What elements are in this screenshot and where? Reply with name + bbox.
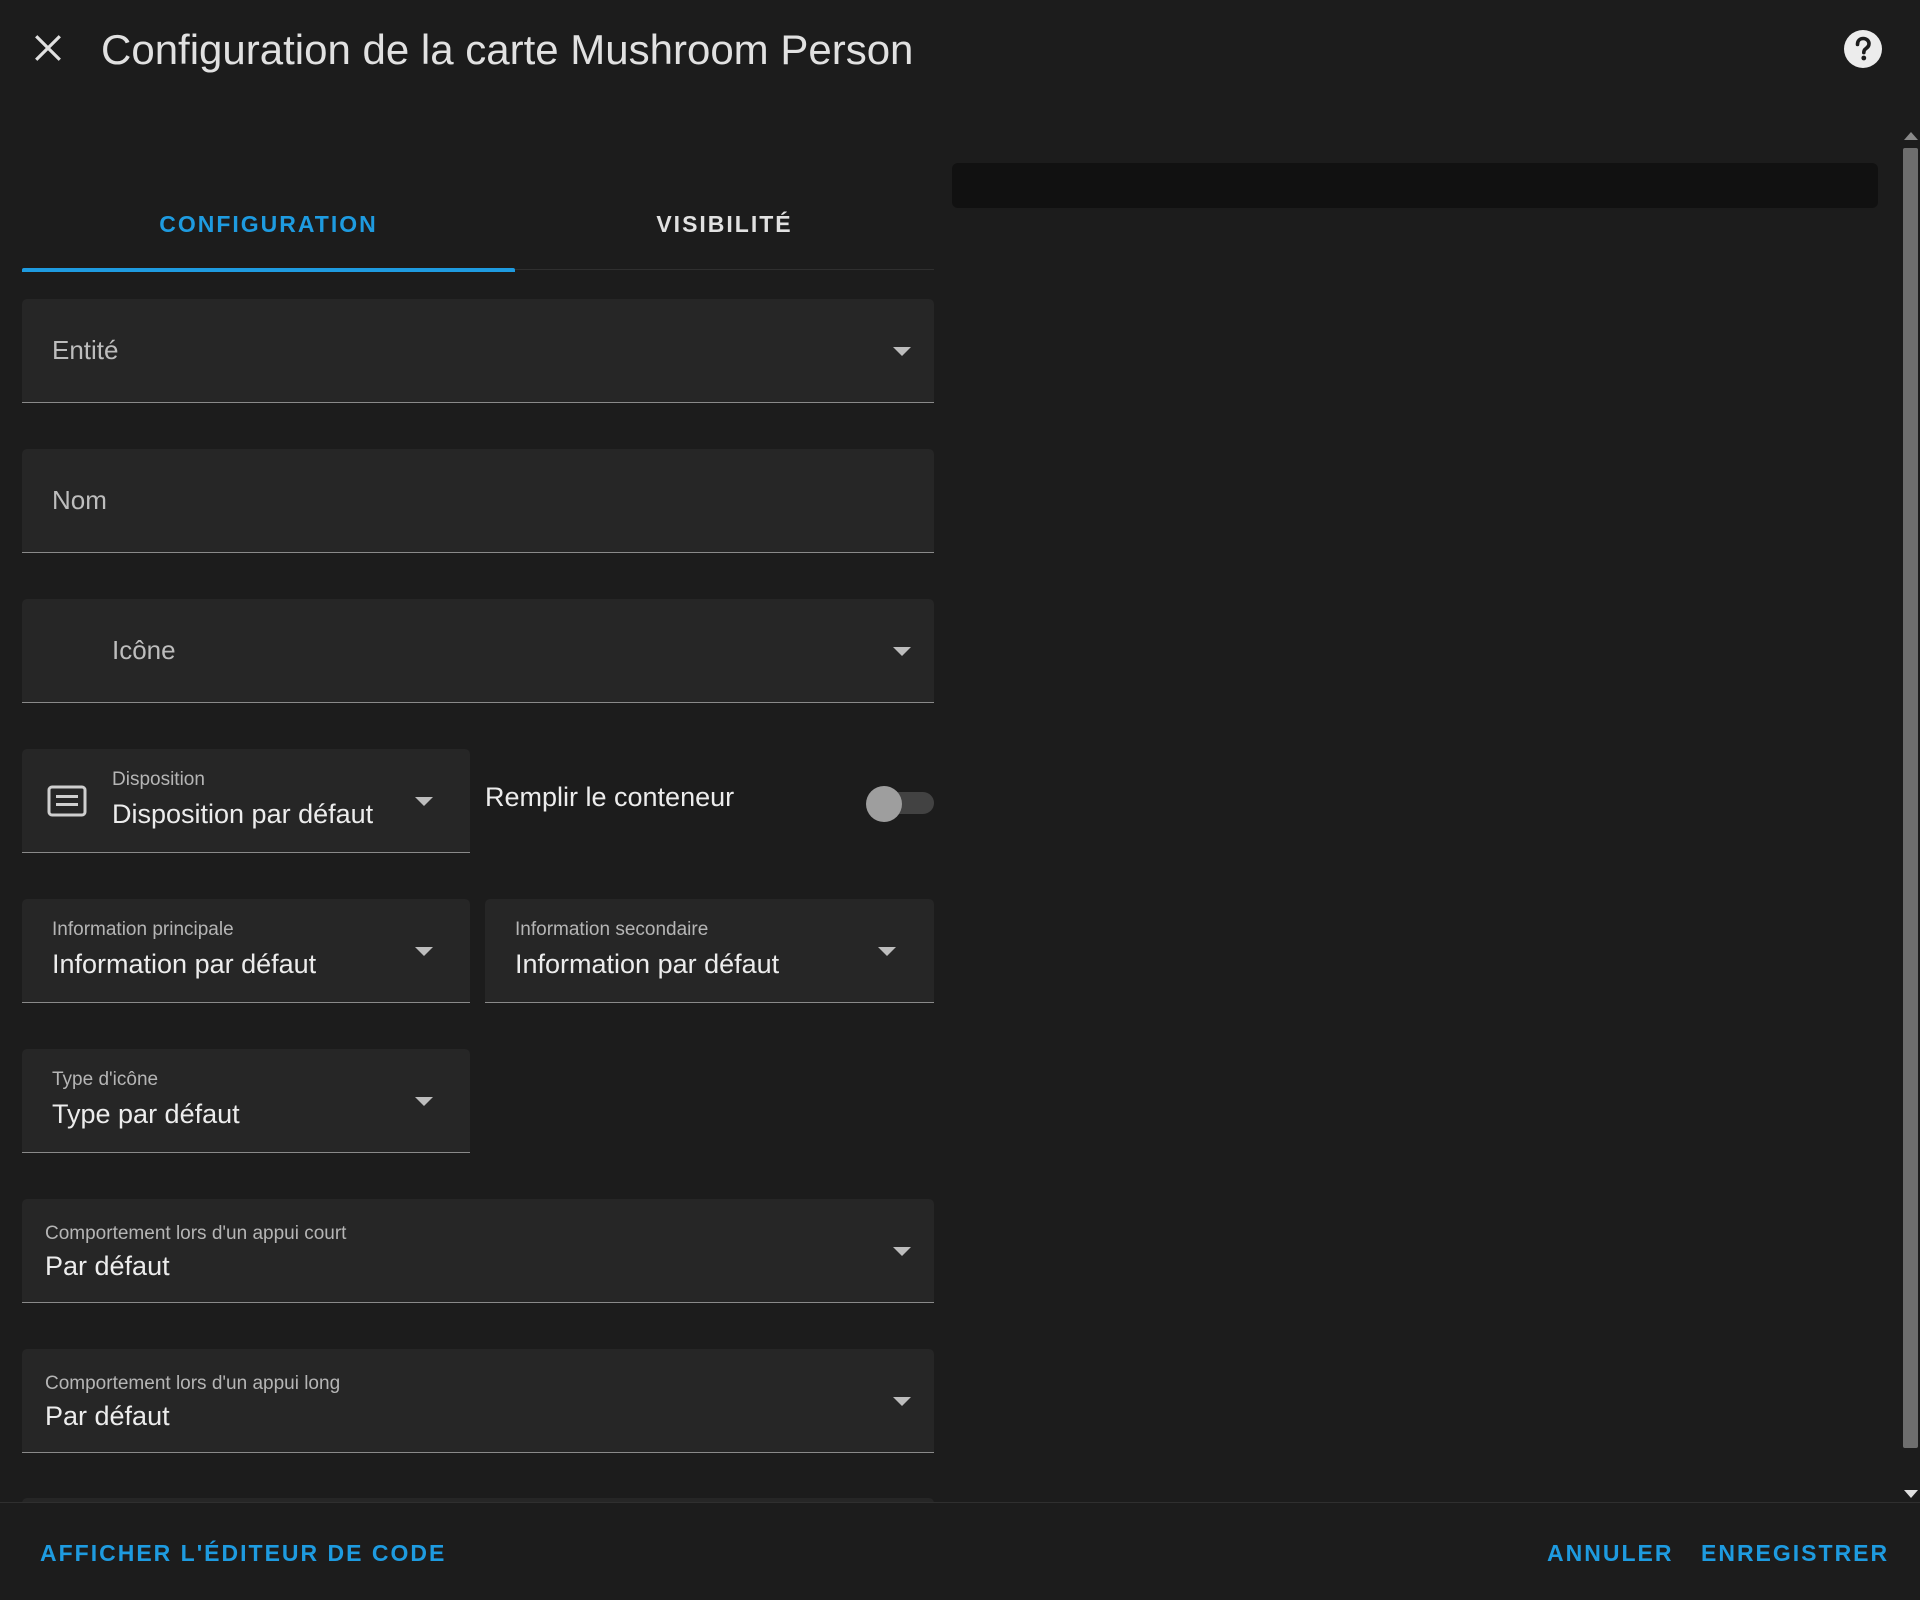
tap-action-value: Par défaut xyxy=(45,1251,170,1281)
card-preview xyxy=(952,163,1878,208)
primary-info-label: Information principale xyxy=(52,919,234,940)
scroll-down-icon[interactable] xyxy=(1904,1490,1918,1498)
show-code-editor-button[interactable]: AFFICHER L'ÉDITEUR DE CODE xyxy=(40,1531,446,1575)
switch-knob xyxy=(866,786,902,822)
chevron-down-icon xyxy=(893,347,911,356)
save-button[interactable]: ENREGISTRER xyxy=(1701,1531,1889,1575)
icon-placeholder: Icône xyxy=(112,635,176,665)
dialog-title: Configuration de la carte Mushroom Perso… xyxy=(101,26,914,73)
primary-info-value: Information par défaut xyxy=(52,949,317,979)
help-button[interactable] xyxy=(1842,28,1884,70)
name-placeholder: Nom xyxy=(52,485,107,515)
chevron-down-icon xyxy=(878,947,896,956)
icon-type-value: Type par défaut xyxy=(52,1099,240,1129)
tab-visibility[interactable]: VISIBILITÉ xyxy=(515,178,934,270)
dialog-header: Configuration de la carte Mushroom Perso… xyxy=(0,0,1920,100)
primary-info-select[interactable]: Information principale Information par d… xyxy=(22,899,470,1003)
icon-type-select[interactable]: Type d'icône Type par défaut xyxy=(22,1049,470,1153)
hold-action-label: Comportement lors d'un appui long xyxy=(45,1373,341,1394)
dialog-footer: AFFICHER L'ÉDITEUR DE CODE ANNULER ENREG… xyxy=(0,1502,1920,1600)
chevron-down-icon xyxy=(893,647,911,656)
layout-label: Disposition xyxy=(112,769,205,790)
scrollbar[interactable] xyxy=(1900,118,1920,1502)
chevron-down-icon xyxy=(415,797,433,806)
entity-placeholder: Entité xyxy=(52,335,119,365)
hold-action-value: Par défaut xyxy=(45,1401,170,1431)
chevron-down-icon xyxy=(893,1247,911,1256)
layout-value: Disposition par défaut xyxy=(112,799,374,829)
editor-tabs: CONFIGURATION VISIBILITÉ xyxy=(22,178,934,272)
fill-container-switch[interactable] xyxy=(866,786,934,822)
card-layout-icon xyxy=(47,785,87,817)
tap-action-label: Comportement lors d'un appui court xyxy=(45,1223,347,1244)
chevron-down-icon xyxy=(415,947,433,956)
secondary-info-value: Information par défaut xyxy=(515,949,780,979)
scrollbar-thumb[interactable] xyxy=(1903,148,1918,1448)
secondary-info-select[interactable]: Information secondaire Information par d… xyxy=(485,899,934,1003)
tap-action-select[interactable]: Comportement lors d'un appui court Par d… xyxy=(22,1199,934,1303)
secondary-info-label: Information secondaire xyxy=(515,919,709,940)
help-circle-icon xyxy=(1844,30,1882,68)
icon-type-label: Type d'icône xyxy=(52,1069,159,1090)
chevron-down-icon xyxy=(415,1097,433,1106)
cancel-button[interactable]: ANNULER xyxy=(1547,1531,1673,1575)
icon-select[interactable]: Icône xyxy=(22,599,934,703)
entity-select[interactable]: Entité xyxy=(22,299,934,403)
hold-action-select[interactable]: Comportement lors d'un appui long Par dé… xyxy=(22,1349,934,1453)
fill-container-label: Remplir le conteneur xyxy=(485,782,735,812)
name-field[interactable]: Nom xyxy=(22,449,934,553)
close-icon xyxy=(35,35,61,61)
chevron-down-icon xyxy=(893,1397,911,1406)
tab-configuration[interactable]: CONFIGURATION xyxy=(22,178,515,272)
layout-select[interactable]: Disposition Disposition par défaut xyxy=(22,749,470,853)
close-button[interactable] xyxy=(22,22,74,74)
scroll-up-icon[interactable] xyxy=(1904,132,1918,140)
